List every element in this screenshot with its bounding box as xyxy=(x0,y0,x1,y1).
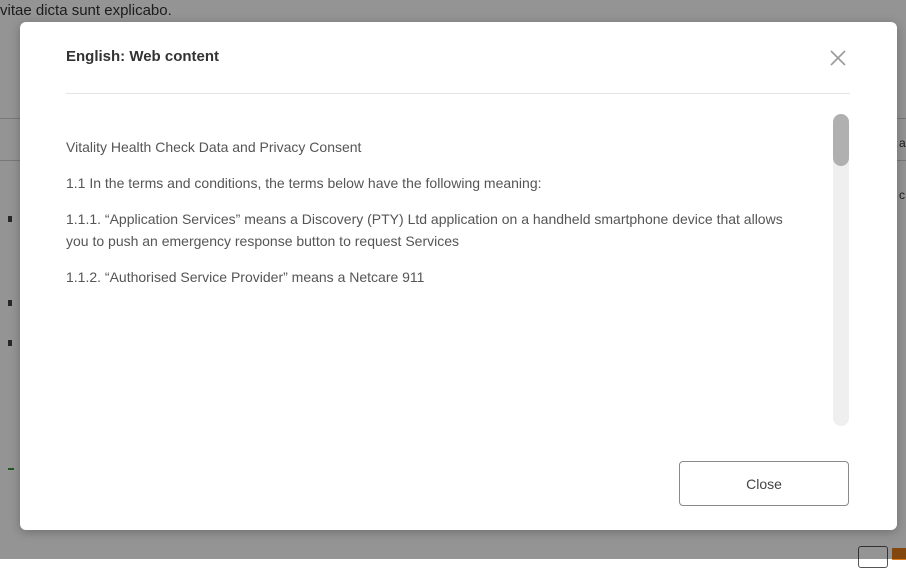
dialog-title: English: Web content xyxy=(66,48,220,65)
content-paragraph: 1.1.2. “Authorised Service Provider” mea… xyxy=(66,269,425,285)
dialog-content: Vitality Health Check Data and Privacy C… xyxy=(66,136,806,426)
content-paragraph: 1.1.1. “Application Services” means a Di… xyxy=(66,211,783,249)
web-content-dialog: English: Web content Vitality Health Che… xyxy=(20,22,897,530)
close-icon-graphic xyxy=(830,50,846,66)
scrollbar-thumb[interactable] xyxy=(833,114,849,166)
content-scrollbar[interactable] xyxy=(833,114,849,426)
content-paragraph: 1.1 In the terms and conditions, the ter… xyxy=(66,175,542,191)
header-divider xyxy=(66,93,850,94)
close-icon[interactable] xyxy=(826,46,850,70)
close-button[interactable]: Close xyxy=(679,461,849,506)
content-paragraph: Vitality Health Check Data and Privacy C… xyxy=(66,139,362,155)
